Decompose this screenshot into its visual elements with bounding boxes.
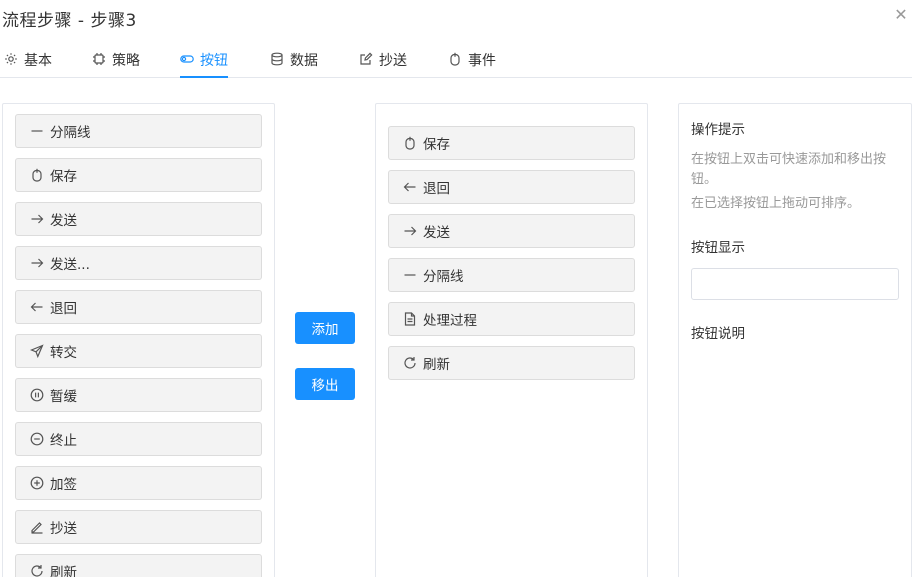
- available-buttons-list: 分隔线保存发送发送... 退回转交暂缓终止加签抄送刷新: [15, 114, 263, 577]
- available-buttons-panel: 分隔线保存发送发送... 退回转交暂缓终止加签抄送刷新: [2, 103, 275, 577]
- tab-label: 基本: [24, 53, 52, 69]
- button-item-label: 分隔线: [50, 125, 91, 141]
- dialog-title: 流程步骤 - 步骤3: [2, 11, 137, 31]
- arrow-right-icon: [30, 256, 44, 270]
- selected-button-item-5[interactable]: 刷新: [388, 346, 635, 380]
- selected-button-item-1[interactable]: 退回: [388, 170, 635, 204]
- tab-buttons[interactable]: 按钮: [180, 50, 228, 78]
- tab-strategy[interactable]: 策略: [92, 50, 140, 78]
- mouse-icon: [448, 52, 462, 66]
- refresh-icon: [403, 356, 417, 370]
- tab-events[interactable]: 事件: [448, 50, 496, 78]
- plus-circle-icon: [30, 476, 44, 490]
- tab-cc[interactable]: 抄送: [359, 50, 407, 78]
- toggle-icon: [180, 52, 194, 66]
- button-item-label: 保存: [423, 137, 450, 153]
- button-item-label: 刷新: [50, 565, 77, 577]
- available-button-item-10[interactable]: 刷新: [15, 554, 262, 577]
- tab-data[interactable]: 数据: [270, 50, 318, 78]
- refresh-icon: [30, 564, 44, 577]
- pause-circle-icon: [30, 388, 44, 402]
- selected-button-item-0[interactable]: 保存: [388, 126, 635, 160]
- available-button-item-4[interactable]: 退回: [15, 290, 262, 324]
- minus-icon: [403, 268, 417, 282]
- available-button-item-1[interactable]: 保存: [15, 158, 262, 192]
- available-button-item-9[interactable]: 抄送: [15, 510, 262, 544]
- button-display-input[interactable]: [691, 268, 899, 300]
- available-button-item-3[interactable]: 发送...: [15, 246, 262, 280]
- pen-icon: [30, 520, 44, 534]
- button-item-label: 暂缓: [50, 389, 77, 405]
- selected-button-item-3[interactable]: 分隔线: [388, 258, 635, 292]
- button-item-label: 转交: [50, 345, 77, 361]
- chip-icon: [92, 52, 106, 66]
- button-item-label: 抄送: [50, 521, 77, 537]
- tab-label: 数据: [290, 53, 318, 69]
- document-icon: [403, 312, 417, 326]
- tab-bar: 基本 策略 按钮 数据 抄送 事件: [0, 42, 912, 78]
- button-item-label: 加签: [50, 477, 77, 493]
- button-item-label: 保存: [50, 169, 77, 185]
- edit-icon: [359, 52, 373, 66]
- button-item-label: 分隔线: [423, 269, 464, 285]
- tab-label: 策略: [112, 53, 140, 69]
- gear-icon: [4, 52, 18, 66]
- remove-button[interactable]: 移出: [295, 368, 355, 400]
- tab-label: 按钮: [200, 53, 228, 69]
- database-icon: [270, 52, 284, 66]
- available-button-item-7[interactable]: 终止: [15, 422, 262, 456]
- minus-circle-icon: [30, 432, 44, 446]
- button-item-label: 处理过程: [423, 313, 477, 329]
- available-button-item-6[interactable]: 暂缓: [15, 378, 262, 412]
- mouse-icon: [403, 136, 417, 150]
- button-display-label: 按钮显示: [691, 240, 745, 256]
- minus-icon: [30, 124, 44, 138]
- button-item-label: 退回: [423, 181, 450, 197]
- button-item-label: 刷新: [423, 357, 450, 373]
- arrow-right-icon: [30, 212, 44, 226]
- available-button-item-5[interactable]: 转交: [15, 334, 262, 368]
- tips-panel: 操作提示 在按钮上双击可快速添加和移出按钮。 在已选择按钮上拖动可排序。 按钮显…: [678, 103, 912, 577]
- add-button[interactable]: 添加: [295, 312, 355, 344]
- button-item-label: 发送: [423, 225, 450, 241]
- selected-button-item-4[interactable]: 处理过程: [388, 302, 635, 336]
- button-item-label: 退回: [50, 301, 77, 317]
- tips-heading: 操作提示: [691, 122, 745, 138]
- selected-buttons-list: 保存退回发送分隔线处理过程刷新: [388, 126, 636, 390]
- selected-button-item-2[interactable]: 发送: [388, 214, 635, 248]
- mouse-icon: [30, 168, 44, 182]
- tip-text: 在已选择按钮上拖动可排序。: [691, 196, 861, 211]
- available-button-item-2[interactable]: 发送: [15, 202, 262, 236]
- button-note-label: 按钮说明: [691, 326, 745, 342]
- close-icon[interactable]: ✕: [892, 6, 910, 24]
- tab-label: 抄送: [379, 53, 407, 69]
- available-button-item-8[interactable]: 加签: [15, 466, 262, 500]
- tab-basic[interactable]: 基本: [4, 50, 52, 78]
- arrow-left-icon: [403, 180, 417, 194]
- button-item-label: 发送: [50, 213, 77, 229]
- tab-label: 事件: [468, 53, 496, 69]
- selected-buttons-panel: 保存退回发送分隔线处理过程刷新: [375, 103, 648, 577]
- tip-text: 在按钮上双击可快速添加和移出按钮。: [691, 152, 887, 187]
- button-item-label: 终止: [50, 433, 77, 449]
- available-button-item-0[interactable]: 分隔线: [15, 114, 262, 148]
- arrow-left-icon: [30, 300, 44, 314]
- send-icon: [30, 344, 44, 358]
- arrow-right-icon: [403, 224, 417, 238]
- button-item-label: 发送...: [50, 257, 90, 273]
